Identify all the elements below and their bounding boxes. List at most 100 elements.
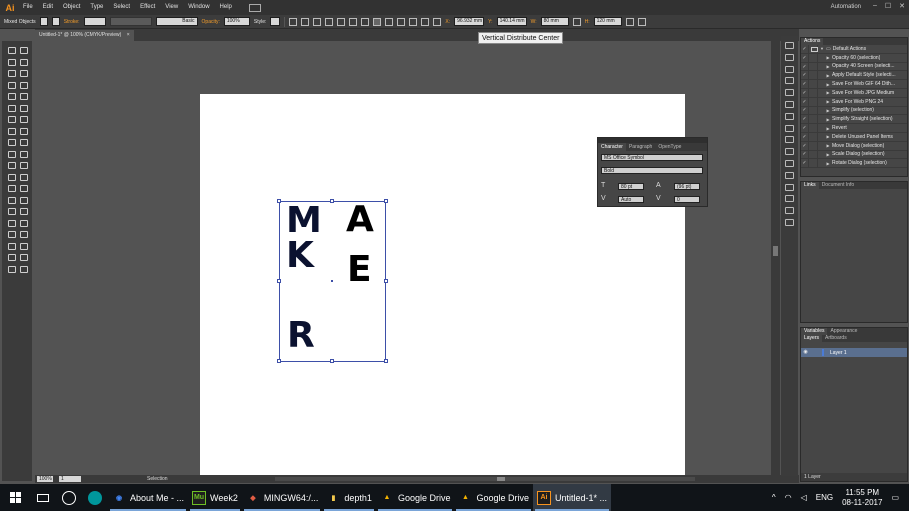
tool-icon[interactable] <box>18 103 28 112</box>
tool-icon[interactable] <box>18 195 28 204</box>
panel-menu-icon[interactable] <box>637 17 646 26</box>
panel-shortcut-icon[interactable] <box>785 77 794 85</box>
x-field[interactable]: 96.932 mm <box>454 17 485 26</box>
tool-icon[interactable] <box>6 126 16 135</box>
collapse-chevron-icon[interactable]: ▶ <box>824 82 832 87</box>
tool-icon[interactable] <box>18 218 28 227</box>
dialog-toggle-icon[interactable] <box>809 115 818 124</box>
tool-icon[interactable] <box>18 252 28 261</box>
tracking-field[interactable]: 0 <box>674 196 700 203</box>
tool-icon[interactable] <box>6 103 16 112</box>
tab-variables[interactable]: Variables <box>801 328 828 335</box>
fill-swatch[interactable] <box>39 17 48 26</box>
variable-width-profile[interactable] <box>109 17 152 26</box>
collapse-chevron-icon[interactable]: ▶ <box>824 126 832 131</box>
action-row[interactable]: ✓ ▶ Move Dialog (selection) <box>801 141 907 151</box>
height-field[interactable]: 120 mm <box>593 17 622 26</box>
panel-shortcut-icon[interactable] <box>785 160 794 167</box>
dialog-toggle-icon[interactable] <box>809 159 818 168</box>
align-left-icon[interactable] <box>289 17 298 26</box>
tool-icon[interactable] <box>6 80 16 89</box>
action-row[interactable]: ✓ ▶ Simplify Straight (selection) <box>801 115 907 125</box>
action-row[interactable]: ✓ ▶ Save For Web GIF 64 Dith... <box>801 80 907 89</box>
align-center-icon[interactable] <box>301 17 310 26</box>
arduino-icon[interactable] <box>82 484 108 511</box>
visibility-eye-icon[interactable]: ◉ <box>801 348 810 357</box>
dialog-toggle-icon[interactable] <box>809 44 818 53</box>
scroll-thumb[interactable] <box>773 246 778 256</box>
resize-handle-r[interactable] <box>384 279 388 283</box>
distribute-left-icon[interactable] <box>397 17 406 26</box>
menu-object[interactable]: Object <box>58 0 85 15</box>
tool-icon[interactable] <box>6 183 16 192</box>
action-toggle-icon[interactable]: ✓ <box>801 62 809 71</box>
resize-handle-l[interactable] <box>277 279 281 283</box>
taskbar-app[interactable]: ◉ About Me - ... <box>108 484 188 511</box>
constrain-link-icon[interactable] <box>572 17 581 26</box>
collapse-chevron-icon[interactable]: ▶ <box>824 117 832 122</box>
y-field[interactable]: 140.14 mm <box>496 17 527 26</box>
tool-icon[interactable] <box>18 160 28 169</box>
tab-artboards[interactable]: Artboards <box>822 335 850 342</box>
action-toggle-icon[interactable]: ✓ <box>801 53 809 62</box>
transform-icon[interactable] <box>433 17 442 26</box>
menu-effect[interactable]: Effect <box>135 0 160 15</box>
dialog-toggle-icon[interactable] <box>809 132 818 141</box>
panel-shortcut-icon[interactable] <box>785 53 794 61</box>
tool-icon[interactable] <box>18 114 28 123</box>
action-toggle-icon[interactable]: ✓ <box>801 150 809 159</box>
tool-icon[interactable] <box>6 195 16 204</box>
taskbar-app[interactable]: Mu Week2 <box>188 484 242 511</box>
opacity-label[interactable]: Opacity: <box>202 19 220 25</box>
action-row[interactable]: ✓ ▶ Opacity 60 (selection) <box>801 53 907 63</box>
close-window-button[interactable]: ✕ <box>899 2 905 10</box>
collapse-chevron-icon[interactable]: ▶ <box>824 90 832 95</box>
distribute-center-icon[interactable] <box>409 17 418 26</box>
vertical-scrollbar[interactable] <box>771 41 780 475</box>
layer-name[interactable]: Layer 1 <box>830 350 847 356</box>
clock[interactable]: 11:55 PM 08-11-2017 <box>842 488 882 508</box>
action-toggle-icon[interactable]: ✓ <box>801 88 809 97</box>
tab-opentype[interactable]: OpenType <box>655 143 684 151</box>
tool-icon[interactable] <box>6 241 16 250</box>
action-row[interactable]: ✓ ▶ Save For Web JPG Medium <box>801 88 907 98</box>
align-top-icon[interactable] <box>325 17 334 26</box>
layer-row[interactable]: ◉ Layer 1 <box>801 348 907 357</box>
action-toggle-icon[interactable]: ✓ <box>801 141 809 150</box>
action-row[interactable]: ✓ ▶ Apply Default Style (selecti... <box>801 71 907 81</box>
collapse-chevron-icon[interactable]: ▶ <box>824 64 832 69</box>
zoom-field[interactable]: 100% <box>37 476 53 482</box>
tab-layers[interactable]: Layers <box>801 335 823 342</box>
dialog-toggle-icon[interactable] <box>809 97 818 106</box>
network-icon[interactable]: ◠ <box>785 493 792 502</box>
tool-icon[interactable] <box>6 68 16 77</box>
panel-shortcut-icon[interactable] <box>785 42 794 49</box>
taskbar-app[interactable]: ◆ MINGW64:/... <box>242 484 323 511</box>
taskbar-app[interactable]: Ai Untitled-1* ... <box>533 484 612 511</box>
tab-paragraph[interactable]: Paragraph <box>626 143 655 151</box>
panel-shortcut-icon[interactable] <box>785 112 794 120</box>
menu-edit[interactable]: Edit <box>38 0 58 15</box>
action-toggle-icon[interactable]: ✓ <box>801 80 809 89</box>
start-button[interactable] <box>0 484 30 511</box>
taskbar-app[interactable]: ▲ Google Drive <box>454 484 533 511</box>
collapse-chevron-icon[interactable]: ▶ <box>824 108 832 113</box>
collapse-chevron-icon[interactable]: ▶ <box>824 73 832 78</box>
action-row[interactable]: ✓ ▶ Simplify (selection) <box>801 106 907 116</box>
opacity-field[interactable]: 100% <box>223 17 250 26</box>
tool-icon[interactable] <box>6 160 16 169</box>
tool-icon[interactable] <box>18 57 28 66</box>
resize-handle-tr[interactable] <box>384 199 388 203</box>
panel-shortcut-icon[interactable] <box>785 89 794 97</box>
language-indicator[interactable]: ENG <box>816 493 833 502</box>
panel-shortcut-icon[interactable] <box>785 124 794 132</box>
kerning-field[interactable]: Auto <box>618 196 644 203</box>
collapse-chevron-icon[interactable]: ▶ <box>824 152 832 157</box>
action-row[interactable]: ✓ ▼ ▭ Default Actions <box>801 44 907 54</box>
resize-handle-tl[interactable] <box>277 199 281 203</box>
graphic-style-swatch[interactable] <box>270 17 281 26</box>
stroke-weight-field[interactable] <box>83 17 106 26</box>
stroke-swatch[interactable] <box>51 17 60 26</box>
action-row[interactable]: ✓ ▶ Opacity 40 Screen (selecti... <box>801 62 907 72</box>
tool-icon[interactable] <box>6 114 16 123</box>
